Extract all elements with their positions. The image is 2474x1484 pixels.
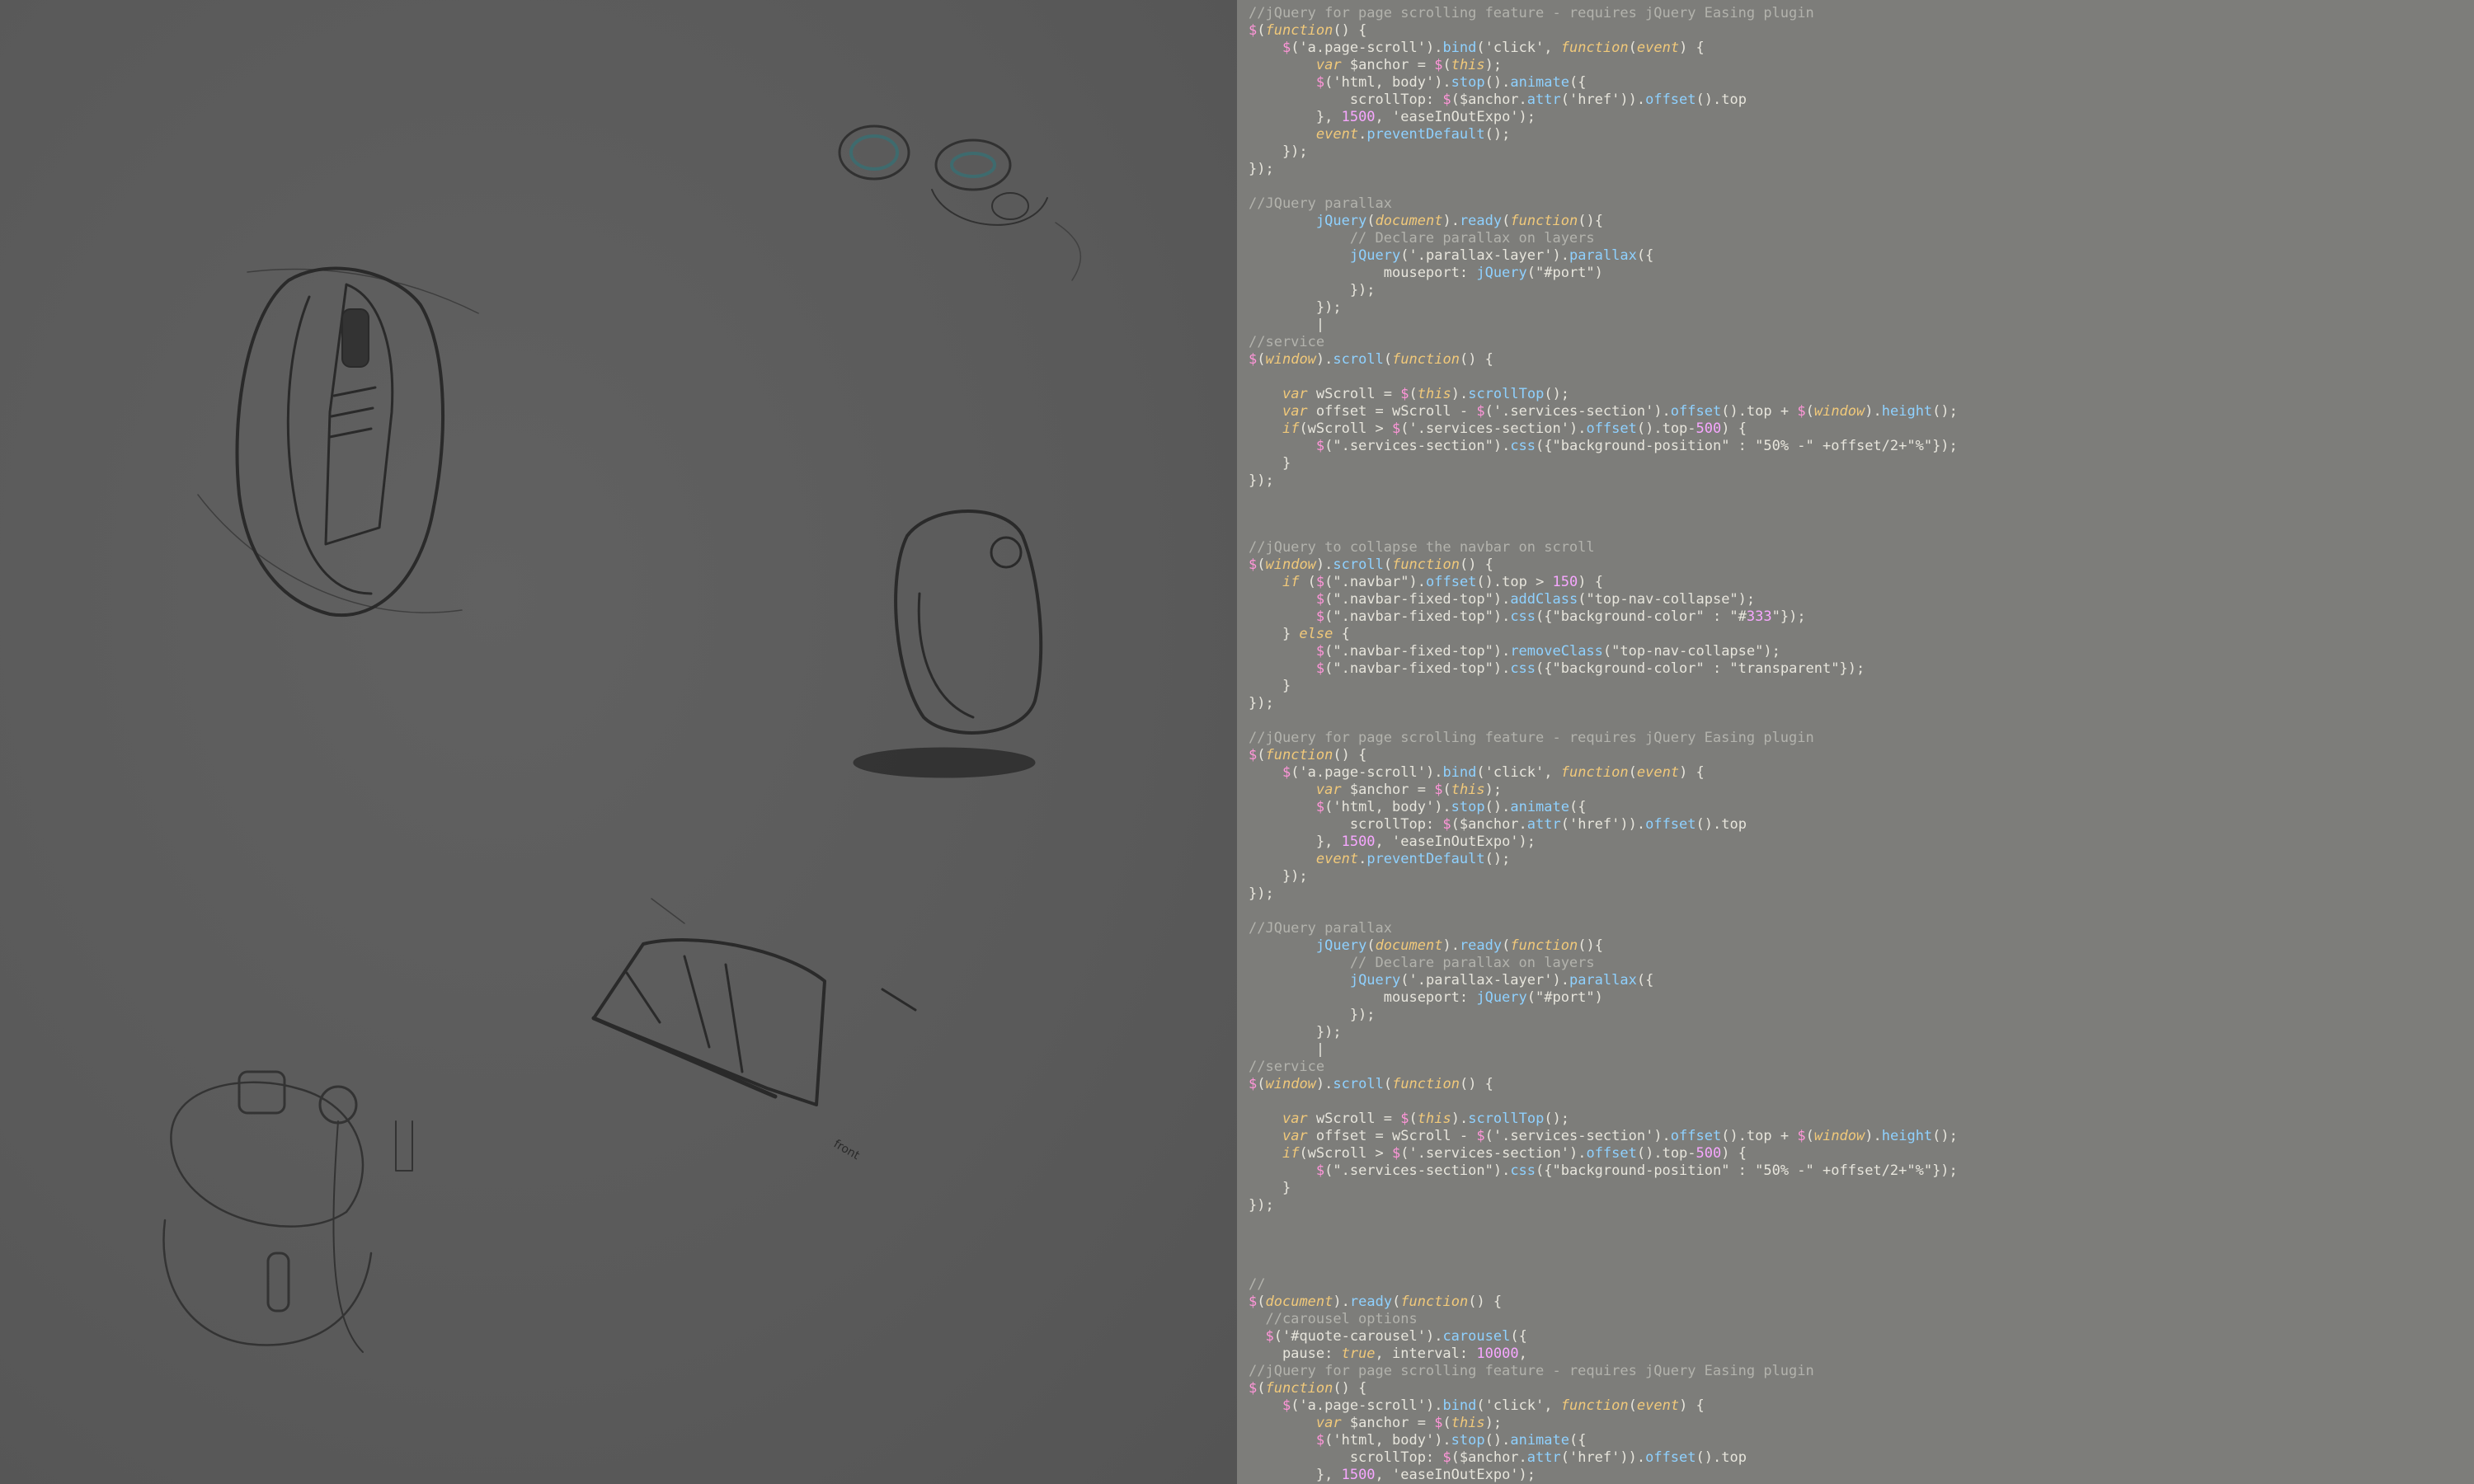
code-line: $('a.page-scroll').bind('click', functio…: [1282, 1397, 1705, 1414]
code-line: var wScroll = $(this).scrollTop();: [1282, 1111, 1570, 1127]
code-line: var offset = wScroll - $('.services-sect…: [1282, 1128, 1958, 1144]
code-line: });: [1249, 1024, 1342, 1040]
code-line: $('html, body').stop().animate({: [1315, 1432, 1587, 1449]
code-line: jQuery('.parallax-layer').parallax({: [1349, 972, 1654, 989]
code-line: jQuery(document).ready(function(){: [1315, 937, 1603, 954]
code-line: |: [1249, 317, 1325, 333]
sketch-drawing: front: [162, 124, 1081, 1353]
code-line: var $anchor = $(this);: [1315, 782, 1503, 798]
code-line: $(window).scroll(function() {: [1249, 1076, 1493, 1092]
code-line: // Declare parallax on layers: [1249, 955, 1595, 971]
code-line: |: [1249, 1041, 1325, 1058]
code-line: jQuery('.parallax-layer').parallax({: [1349, 247, 1654, 264]
code-line: $(function() {: [1249, 747, 1367, 763]
code-line: $(".navbar-fixed-top").css({"background-…: [1315, 608, 1806, 625]
scroll-wheel-sketch-icon: [838, 124, 1081, 281]
code-line: });: [1249, 161, 1274, 177]
code-line: $(".services-section").css({"background-…: [1315, 1162, 1958, 1179]
code-line: //carousel options: [1249, 1311, 1418, 1327]
code-editor-panel: //jQuery for page scrolling feature - re…: [1237, 0, 2474, 1484]
mouse-top-sketch-icon: [591, 898, 917, 1106]
code-line: if(wScroll > $('.services-section').offs…: [1282, 1145, 1747, 1162]
code-line: }, 1500, 'easeInOutExpo');: [1249, 1467, 1536, 1483]
code-line: //jQuery for page scrolling feature - re…: [1249, 1363, 1814, 1379]
code-line: if ($(".navbar").offset().top > 150) {: [1282, 574, 1603, 590]
code-line: $(".navbar-fixed-top").css({"background-…: [1315, 660, 1865, 677]
code-line: scrollTop: $($anchor.attr('href')).offse…: [1249, 92, 1747, 108]
code-line: mouseport: jQuery("#port"): [1249, 989, 1603, 1006]
sketch-panel: front: [0, 0, 1237, 1484]
code-line: jQuery(document).ready(function(){: [1315, 213, 1603, 229]
code-block-3: //$(document).ready(function() { //carou…: [1249, 1276, 1814, 1484]
mouse-side-sketch-icon: [853, 510, 1043, 778]
code-line: //JQuery parallax: [1249, 920, 1392, 937]
code-line: $('a.page-scroll').bind('click', functio…: [1282, 40, 1705, 56]
code-line: $('a.page-scroll').bind('click', functio…: [1282, 764, 1705, 781]
code-line: }, 1500, 'easeInOutExpo');: [1249, 109, 1536, 125]
code-line: });: [1249, 299, 1342, 316]
code-line: //jQuery for page scrolling feature - re…: [1249, 730, 1814, 746]
code-line: scrollTop: $($anchor.attr('href')).offse…: [1249, 816, 1747, 833]
code-line: var $anchor = $(this);: [1315, 57, 1503, 73]
code-line: $(".services-section").css({"background-…: [1315, 438, 1958, 454]
code-line: //service: [1249, 1059, 1325, 1075]
mouse-perspective-sketch-icon: [197, 266, 479, 618]
code-line: $('html, body').stop().animate({: [1315, 799, 1587, 815]
code-line: });: [1249, 1197, 1274, 1214]
code-line: pause: true, interval: 10000,: [1249, 1345, 1527, 1362]
code-line: //jQuery to collapse the navbar on scrol…: [1249, 539, 1595, 556]
code-line: var $anchor = $(this);: [1315, 1415, 1503, 1431]
code-line: $('html, body').stop().animate({: [1315, 74, 1587, 91]
code-block-2: //jQuery to collapse the navbar on scrol…: [1249, 539, 1958, 1214]
code-line: $(window).scroll(function() {: [1249, 351, 1493, 368]
code-line: });: [1249, 143, 1308, 160]
code-line: });: [1249, 472, 1274, 489]
code-line: } else {: [1249, 626, 1350, 642]
code-line: // Declare parallax on layers: [1249, 230, 1595, 247]
code-line: });: [1249, 885, 1274, 902]
code-line: if(wScroll > $('.services-section').offs…: [1282, 420, 1747, 437]
code-line: event.preventDefault();: [1315, 126, 1511, 143]
code-line: var offset = wScroll - $('.services-sect…: [1282, 403, 1958, 420]
code-line: });: [1249, 868, 1308, 885]
code-line: //service: [1249, 334, 1325, 350]
code-line: mouseport: jQuery("#port"): [1249, 265, 1603, 281]
code-line: });: [1249, 695, 1274, 711]
code-line: //jQuery for page scrolling feature - re…: [1249, 5, 1814, 21]
code-line: $(document).ready(function() {: [1249, 1294, 1503, 1310]
code-line: $(".navbar-fixed-top").addClass("top-nav…: [1315, 591, 1756, 608]
front-label: front: [831, 1138, 862, 1163]
code-line: }: [1249, 678, 1291, 694]
code-line: }: [1249, 455, 1291, 472]
code-block-1: //jQuery for page scrolling feature - re…: [1249, 5, 1958, 490]
code-line: $(function() {: [1249, 22, 1367, 39]
code-line: $(window).scroll(function() {: [1249, 556, 1493, 573]
code-line: $(function() {: [1249, 1380, 1367, 1397]
code-line: //: [1249, 1276, 1266, 1293]
code-line: $(".navbar-fixed-top").removeClass("top-…: [1315, 643, 1780, 660]
code-line: $('#quote-carousel').carousel({: [1265, 1328, 1527, 1345]
code-line: //JQuery parallax: [1249, 195, 1392, 212]
code-line: scrollTop: $($anchor.attr('href')).offse…: [1249, 1449, 1747, 1466]
joystick-controls-sketch-icon: [162, 1070, 413, 1353]
code-line: });: [1249, 282, 1376, 298]
code-line: var wScroll = $(this).scrollTop();: [1282, 386, 1570, 402]
code-line: }, 1500, 'easeInOutExpo');: [1249, 834, 1536, 850]
code-line: }: [1249, 1180, 1291, 1196]
code-line: });: [1249, 1007, 1376, 1023]
code-line: event.preventDefault();: [1315, 851, 1511, 867]
